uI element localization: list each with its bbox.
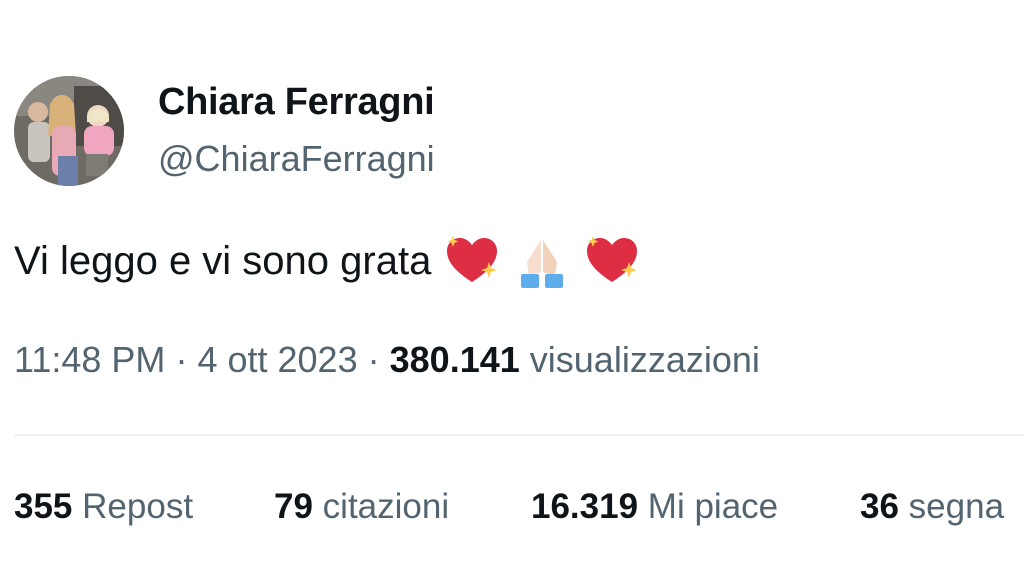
stat-reposts[interactable]: 355 Repost bbox=[14, 484, 193, 530]
display-name[interactable]: Chiara Ferragni bbox=[158, 78, 435, 126]
stat-count: 355 bbox=[14, 487, 73, 526]
stat-likes[interactable]: 16.319 Mi piace bbox=[531, 484, 778, 530]
stat-label: Mi piace bbox=[647, 487, 779, 526]
stat-count: 36 bbox=[860, 487, 899, 526]
sparkling-heart-icon bbox=[443, 232, 501, 290]
tweet-text: Vi leggo e vi sono grata bbox=[14, 232, 641, 290]
stat-label: segna bbox=[908, 487, 1005, 526]
user-handle[interactable]: @ChiaraFerragni bbox=[158, 136, 435, 182]
tweet-body: Vi leggo e vi sono grata bbox=[14, 239, 432, 283]
divider bbox=[14, 434, 1024, 436]
views-count: 380.141 bbox=[389, 339, 520, 380]
stat-label: citazioni bbox=[322, 487, 450, 526]
stat-label: Repost bbox=[82, 487, 194, 526]
stat-count: 16.319 bbox=[531, 487, 639, 526]
tweet-time[interactable]: 11:48 PM bbox=[14, 339, 165, 380]
tweet-meta: 11:48 PM · 4 ott 2023 · 380.141 visualiz… bbox=[14, 336, 760, 384]
stat-bookmarks[interactable]: 36 segna bbox=[860, 484, 1004, 530]
stat-quotes[interactable]: 79 citazioni bbox=[274, 484, 449, 530]
views-label: visualizzazioni bbox=[529, 339, 760, 380]
meta-separator: · bbox=[367, 339, 380, 380]
sparkling-heart-icon bbox=[583, 232, 641, 290]
avatar-photo bbox=[14, 76, 124, 186]
folded-hands-icon bbox=[513, 232, 571, 290]
avatar[interactable] bbox=[14, 76, 124, 186]
stat-count: 79 bbox=[274, 487, 313, 526]
tweet-date[interactable]: 4 ott 2023 bbox=[197, 339, 357, 380]
meta-separator: · bbox=[175, 339, 188, 380]
tweet-card: Chiara Ferragni @ChiaraFerragni Vi leggo… bbox=[0, 0, 1024, 576]
